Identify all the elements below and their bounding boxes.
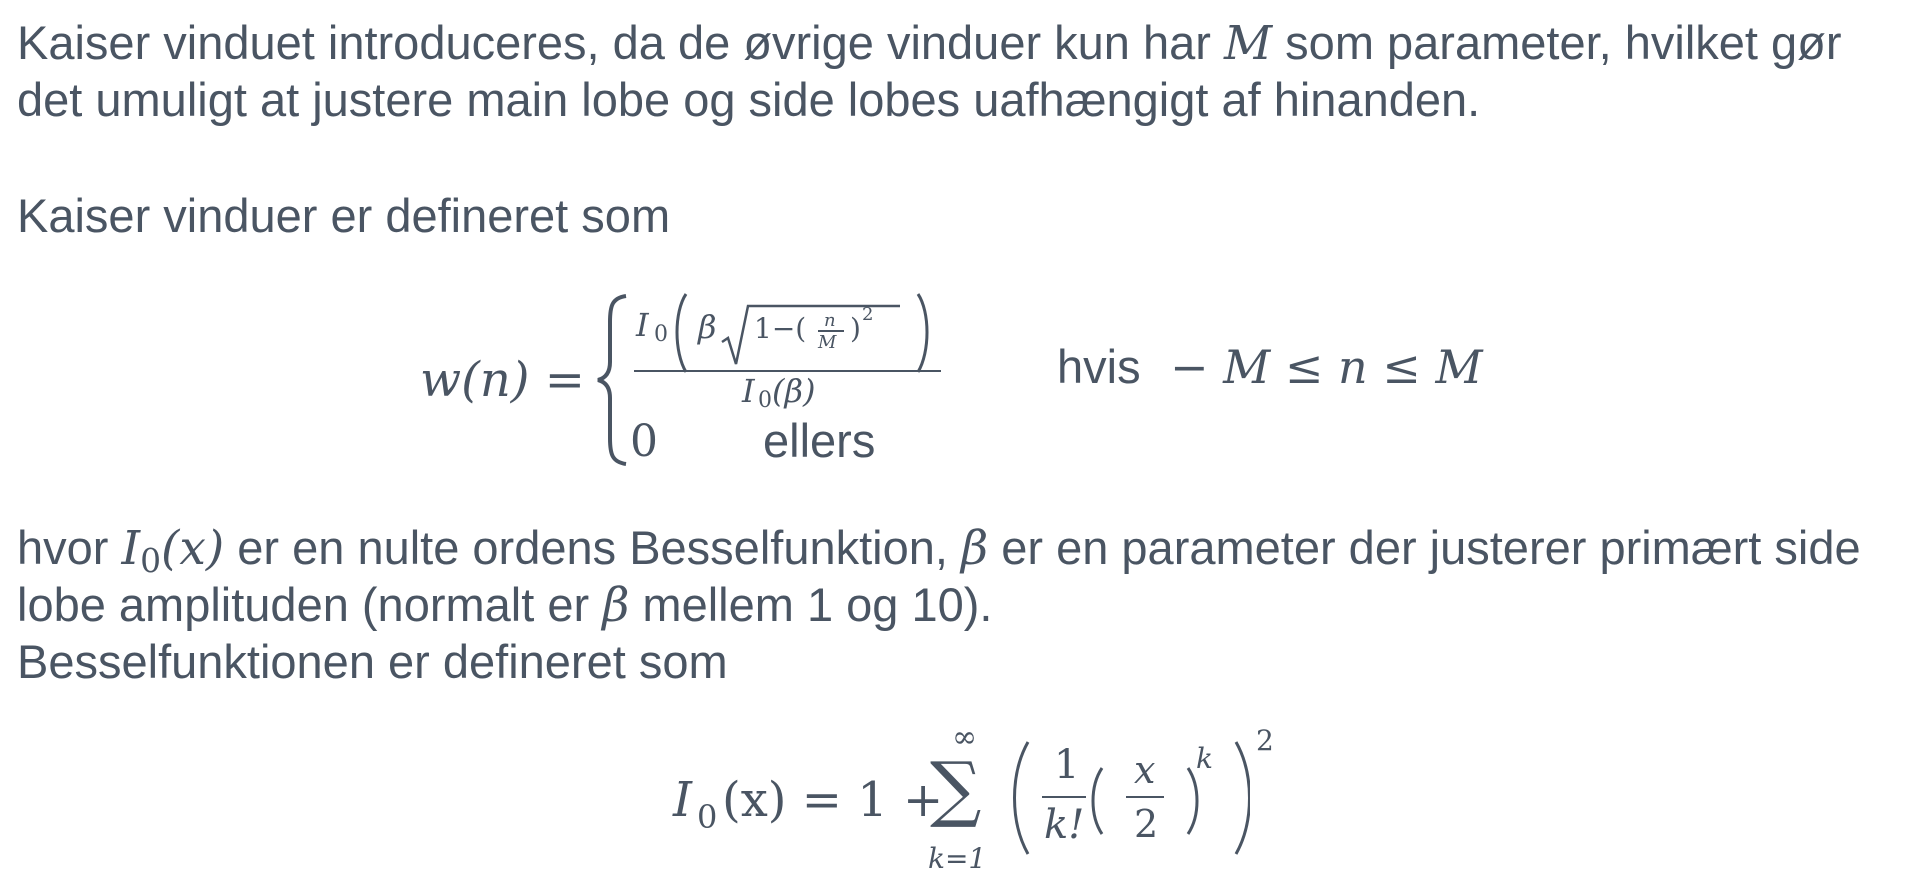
inner-exponent: k	[1196, 742, 1213, 775]
bessel-equation: I 0 (x) = 1 + ∞ ∑ k=1 1 k! x 2 k 2	[673, 720, 1274, 875]
inner-fraction-bar	[818, 330, 844, 332]
outer-exponent: 2	[1256, 724, 1274, 757]
document-page: Kaiser vinduet introduceres, da de øvrig…	[0, 0, 1918, 884]
case2-value: 0	[630, 416, 658, 467]
math-var-M: M	[1224, 16, 1273, 71]
sum-upper-limit: ∞	[952, 720, 977, 755]
frac2-bar	[1126, 796, 1164, 798]
case1-condition-word: hvis	[1057, 340, 1141, 393]
kaiser-window-equation: w(n) = I 0 β 1−( n M ) 2 I 0 (β) hvis − …	[0, 0, 1918, 884]
case2-word: ellers	[763, 414, 876, 467]
sum-lower-limit: k=1	[928, 842, 987, 875]
case1-fraction-bar	[634, 370, 941, 372]
kaiser-definition-heading: Kaiser vinduer er defineret som	[17, 189, 671, 242]
bessel-text-line-2: lobe amplituden (normalt er β mellem 1 o…	[17, 578, 993, 633]
case1-numerator-parens-root	[675, 293, 929, 373]
case-brace	[597, 294, 627, 466]
case1-numerator: I 0 β 1−( n M ) 2	[632, 292, 942, 374]
equation-lhs-w-n: w(n) =	[420, 352, 585, 408]
bessel-parentheses	[1013, 741, 1250, 855]
sum-symbol: ∑	[930, 746, 982, 830]
intro-line-1: Kaiser vinduet introduceres, da de øvrig…	[17, 16, 1842, 71]
case1-condition-expr: − M ≤ n ≤ M	[1170, 340, 1483, 394]
bessel-definition-heading: Besselfunktionen er defineret som	[17, 635, 728, 688]
frac1-bar	[1042, 796, 1086, 798]
intro-line-2: det umuligt at justere main lobe og side…	[17, 73, 1481, 126]
